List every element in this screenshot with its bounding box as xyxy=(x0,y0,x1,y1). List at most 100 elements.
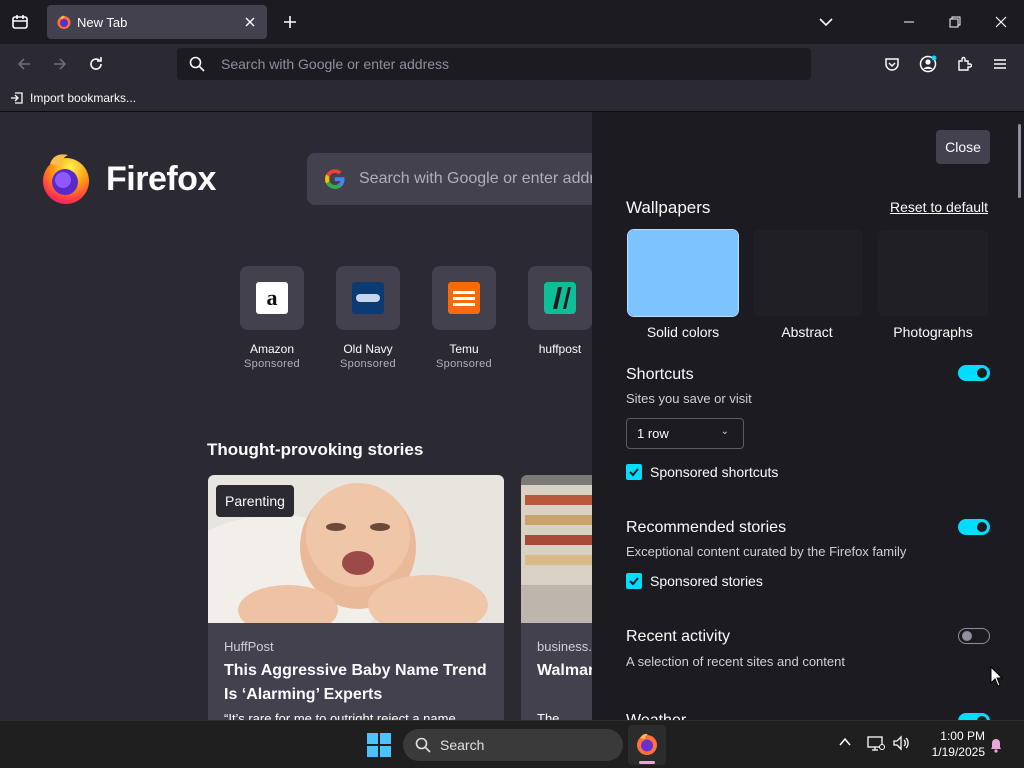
tab-close-button[interactable] xyxy=(239,11,261,33)
recommended-stories-toggle[interactable] xyxy=(958,519,990,535)
windows-taskbar: Search 1:00 PM 1/19/2025 xyxy=(0,720,1024,768)
taskbar-firefox-button[interactable] xyxy=(628,725,666,765)
amazon-icon: a xyxy=(256,282,288,314)
toggle-knob xyxy=(977,368,987,378)
navigation-toolbar xyxy=(0,44,1024,84)
story-excerpt: “It’s rare for me to outright reject a n… xyxy=(224,711,456,720)
taskbar-search-box[interactable]: Search xyxy=(403,729,623,761)
shortcut-tile xyxy=(528,266,592,330)
toggle-knob xyxy=(962,631,972,641)
clock-date: 1/19/2025 xyxy=(931,745,985,759)
wallpaper-label: Solid colors xyxy=(646,324,720,340)
tab-new-tab[interactable]: New Tab xyxy=(47,5,267,39)
url-bar[interactable] xyxy=(177,48,811,80)
restore-button[interactable] xyxy=(932,0,978,44)
wallpaper-photographs[interactable] xyxy=(878,230,988,316)
shortcut-tile xyxy=(432,266,496,330)
account-icon xyxy=(919,55,937,73)
back-button[interactable] xyxy=(8,48,40,80)
shortcuts-subtitle: Sites you save or visit xyxy=(626,391,752,406)
shortcut-label: huffpost xyxy=(538,342,582,356)
shortcut-rows-select[interactable]: 1 row ⌄ xyxy=(626,418,744,449)
panel-scrollbar[interactable] xyxy=(1018,124,1021,198)
close-icon xyxy=(245,17,255,27)
list-all-tabs-button[interactable] xyxy=(810,6,842,38)
menu-icon xyxy=(994,59,1006,69)
firefox-icon xyxy=(57,15,71,29)
minimize-icon xyxy=(904,21,914,23)
story-card[interactable]: Parenting HuffPost This Aggressive Baby … xyxy=(208,475,504,720)
shortcut-temu[interactable]: Temu Sponsored xyxy=(424,266,504,370)
wallpaper-label: Abstract xyxy=(781,324,833,340)
stories-heading: Thought-provoking stories xyxy=(207,440,424,459)
checkbox-checked-icon xyxy=(626,464,642,480)
recent-activity-toggle[interactable] xyxy=(958,628,990,644)
search-icon xyxy=(415,737,431,753)
shortcuts-toggle[interactable] xyxy=(958,365,990,381)
reload-button[interactable] xyxy=(80,48,112,80)
reload-icon xyxy=(90,57,102,70)
wallpaper-solid-colors[interactable] xyxy=(627,229,739,317)
url-input[interactable] xyxy=(221,48,781,80)
old-navy-icon xyxy=(352,282,384,314)
rows-select-value: 1 row xyxy=(637,426,669,441)
weather-toggle[interactable] xyxy=(958,713,990,720)
extensions-button[interactable] xyxy=(948,48,980,80)
network-icon[interactable] xyxy=(867,735,885,751)
customize-panel: Close Wallpapers Reset to default Solid … xyxy=(592,112,1024,720)
firefox-wordmark: Firefox xyxy=(106,159,216,198)
windows-start-icon[interactable] xyxy=(366,732,392,758)
shortcut-old-navy[interactable]: Old Navy Sponsored xyxy=(328,266,408,370)
recommended-stories-subtitle: Exceptional content curated by the Firef… xyxy=(626,544,907,559)
extensions-icon xyxy=(958,56,972,71)
notification-bell-icon[interactable] xyxy=(989,737,1003,753)
firefox-view-icon xyxy=(12,15,28,29)
volume-icon[interactable] xyxy=(892,735,910,751)
shortcut-huffpost[interactable]: huffpost xyxy=(520,266,600,356)
forward-button[interactable] xyxy=(44,48,76,80)
chevron-up-icon[interactable] xyxy=(838,735,852,749)
firefox-icon xyxy=(637,733,657,755)
sponsored-label: Sponsored xyxy=(340,358,396,370)
sponsored-shortcuts-checkbox[interactable]: Sponsored shortcuts xyxy=(626,464,778,480)
sponsored-stories-checkbox[interactable]: Sponsored stories xyxy=(626,573,763,589)
temu-icon xyxy=(448,282,480,314)
new-tab-button[interactable] xyxy=(274,6,306,38)
firefox-logo-icon xyxy=(43,154,89,204)
minimize-button[interactable] xyxy=(886,0,932,44)
menu-button[interactable] xyxy=(984,48,1016,80)
forward-icon xyxy=(54,58,67,70)
firefox-view-button[interactable] xyxy=(4,6,36,38)
tab-strip: New Tab xyxy=(0,0,1024,44)
shortcut-tile: a xyxy=(240,266,304,330)
clock-time: 1:00 PM xyxy=(940,729,985,743)
google-icon xyxy=(325,169,345,189)
close-icon xyxy=(995,16,1007,28)
taskbar-search-label: Search xyxy=(440,737,485,753)
shortcut-tile xyxy=(336,266,400,330)
story-category-badge: Parenting xyxy=(216,485,294,517)
close-button[interactable]: Close xyxy=(936,130,990,164)
account-button[interactable] xyxy=(912,48,944,80)
sponsored-label: Sponsored xyxy=(244,358,300,370)
shortcut-amazon[interactable]: a Amazon Sponsored xyxy=(232,266,312,370)
restore-icon xyxy=(949,16,961,28)
import-icon xyxy=(11,92,23,104)
search-icon xyxy=(189,56,205,72)
window-close-button[interactable] xyxy=(978,0,1024,44)
story-headline: This Aggressive Baby Name Trend Is ‘Alar… xyxy=(224,662,487,703)
story-source: HuffPost xyxy=(224,639,274,654)
taskbar-clock[interactable]: 1:00 PM 1/19/2025 xyxy=(915,728,985,760)
checkbox-checked-icon xyxy=(626,573,642,589)
reset-to-default-link[interactable]: Reset to default xyxy=(890,199,988,215)
sponsored-stories-label: Sponsored stories xyxy=(650,573,763,589)
import-bookmarks-button[interactable]: Import bookmarks... xyxy=(10,89,136,107)
wallpaper-label: Photographs xyxy=(893,324,973,340)
recommended-stories-heading: Recommended stories xyxy=(626,519,787,536)
huffpost-icon xyxy=(544,282,576,314)
pocket-button[interactable] xyxy=(876,48,908,80)
wallpaper-abstract[interactable] xyxy=(753,230,863,316)
sponsored-label: Sponsored xyxy=(436,358,492,370)
story-excerpt: The seaso everythin xyxy=(537,711,560,720)
toggle-knob xyxy=(977,522,987,532)
